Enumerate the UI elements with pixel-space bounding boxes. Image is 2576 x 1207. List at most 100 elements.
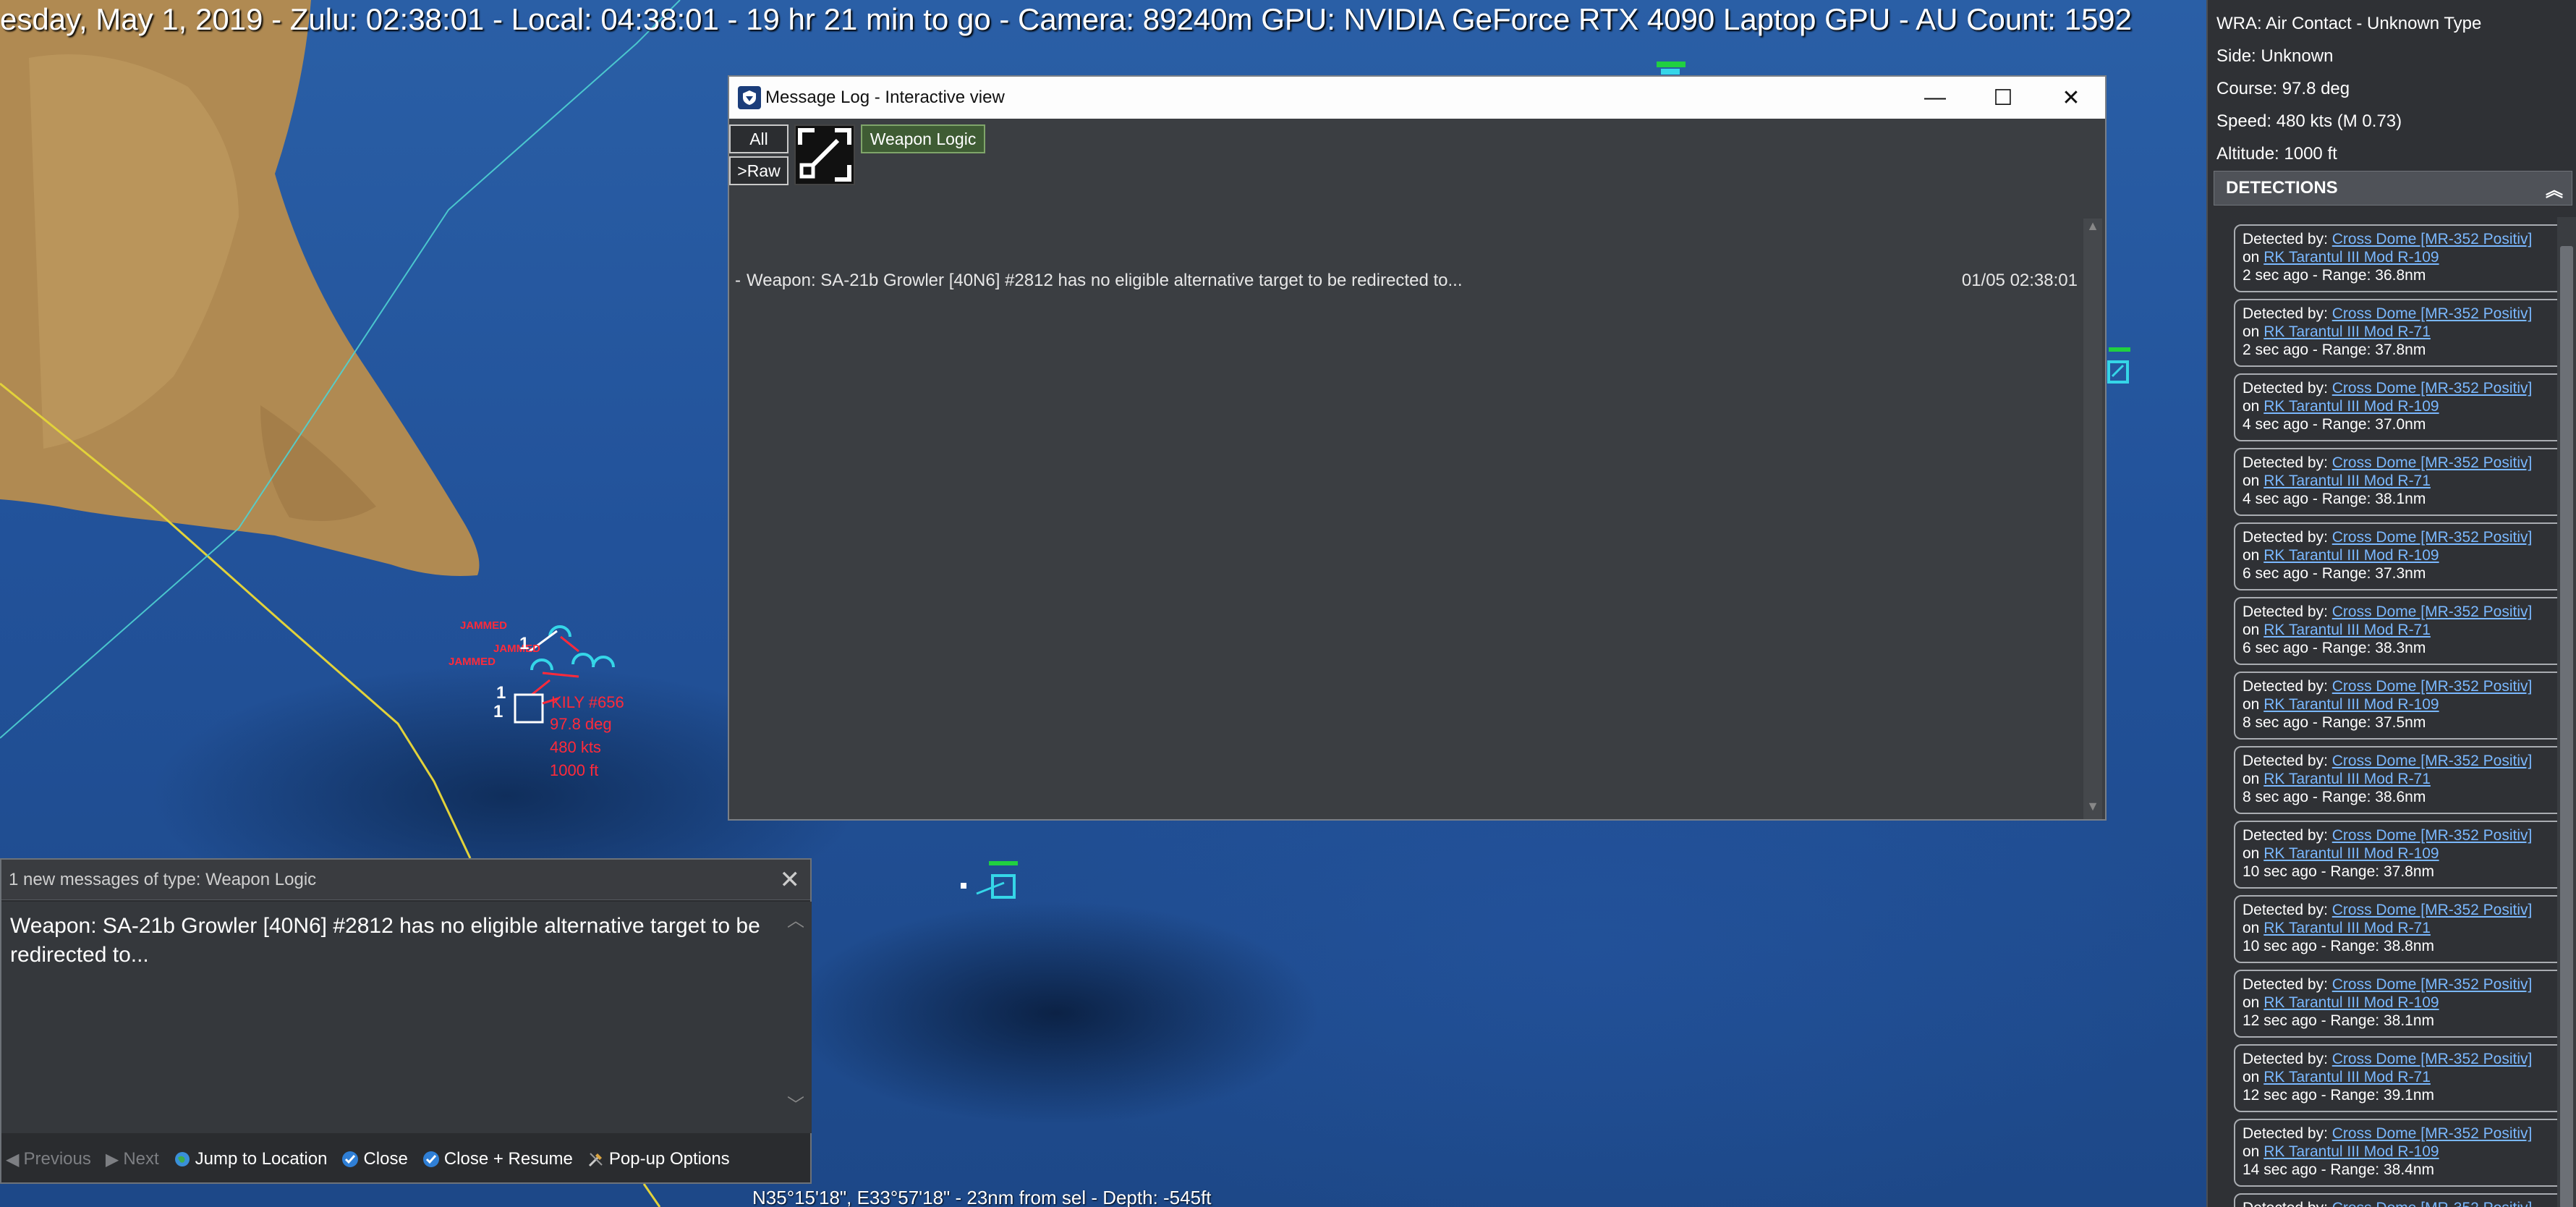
sensor-link[interactable]: Cross Dome [MR-352 Positiv] (2332, 678, 2533, 695)
sensor-link[interactable]: Cross Dome [MR-352 Positiv] (2332, 1125, 2533, 1142)
group-count: 1 (493, 702, 503, 721)
detected-by-label: Detected by: (2243, 604, 2328, 620)
platform-link[interactable]: RK Tarantul III Mod R-71 (2263, 473, 2431, 489)
detections-header[interactable]: DETECTIONS ︽ (2214, 171, 2572, 206)
message-log-window[interactable]: Message Log - Interactive view — ☐ ✕ All… (728, 75, 2107, 821)
sensor-link[interactable]: Cross Dome [MR-352 Positiv] (2332, 380, 2533, 397)
close-resume-button[interactable]: Close + Resume (422, 1149, 573, 1169)
sensor-link[interactable]: Cross Dome [MR-352 Positiv] (2332, 902, 2533, 918)
log-entry-message: Weapon: SA-21b Growler [40N6] #2812 has … (747, 271, 1463, 290)
log-scrollbar[interactable]: ▲ ▼ (2083, 219, 2102, 819)
scroll-down-icon[interactable]: ▼ (2083, 799, 2102, 819)
platform-link[interactable]: RK Tarantul III Mod R-109 (2263, 398, 2439, 415)
next-button[interactable]: ▶ Next (106, 1149, 159, 1170)
age-range-text: 6 sec ago - Range: 37.3nm (2243, 565, 2426, 582)
platform-link[interactable]: RK Tarantul III Mod R-71 (2263, 771, 2431, 787)
platform-link[interactable]: RK Tarantul III Mod R-109 (2263, 845, 2439, 862)
close-button[interactable]: Close (341, 1149, 408, 1169)
sensor-link[interactable]: Cross Dome [MR-352 Positiv] (2332, 604, 2533, 620)
detection-card: Detected by: Cross Dome [MR-352 Positiv]… (2234, 1119, 2576, 1187)
raw-view-button[interactable]: >Raw (729, 156, 788, 185)
close-icon[interactable]: ✕ (780, 865, 801, 894)
detections-list[interactable]: Detected by: Cross Dome [MR-352 Positiv]… (2234, 224, 2576, 1207)
detected-by-label: Detected by: (2243, 454, 2328, 471)
course-text: Course: 97.8 deg (2216, 79, 2350, 98)
previous-button[interactable]: ◀ Previous (6, 1149, 91, 1170)
scroll-up-icon[interactable]: ︿ (787, 906, 806, 931)
coordinate-readout: N35°15'18", E33°57'18" - 23nm from sel -… (752, 1187, 1212, 1207)
close-icon[interactable]: ✕ (2037, 77, 2105, 119)
app-icon (738, 86, 761, 109)
on-label: on (2243, 398, 2260, 415)
sensor-link[interactable]: Cross Dome [MR-352 Positiv] (2332, 454, 2533, 471)
popup-scrollbar[interactable]: ︿ ﹀ (787, 906, 806, 1116)
age-range-text: 6 sec ago - Range: 38.3nm (2243, 640, 2426, 656)
window-title: Message Log - Interactive view (765, 88, 1005, 107)
detection-card: Detected by: Cross Dome [MR-352 Positiv]… (2234, 522, 2576, 590)
sensor-link[interactable]: Cross Dome [MR-352 Positiv] (2332, 976, 2533, 993)
scroll-down-icon[interactable]: ﹀ (787, 1090, 804, 1116)
platform-link[interactable]: RK Tarantul III Mod R-71 (2263, 622, 2431, 638)
jump-to-location-button[interactable]: Jump to Location (174, 1149, 327, 1169)
close-resume-label: Close + Resume (443, 1149, 573, 1169)
sensor-link[interactable]: Cross Dome [MR-352 Positiv] (2332, 827, 2533, 844)
next-label: Next (123, 1149, 159, 1169)
platform-link[interactable]: RK Tarantul III Mod R-109 (2263, 1143, 2439, 1160)
on-label: on (2243, 1069, 2260, 1085)
group-count: 1 (496, 683, 506, 703)
sensor-link[interactable]: Cross Dome [MR-352 Positiv] (2332, 1200, 2533, 1207)
popup-options-label: Pop-up Options (608, 1149, 730, 1169)
detected-by-label: Detected by: (2243, 231, 2328, 247)
sensor-link[interactable]: Cross Dome [MR-352 Positiv] (2332, 305, 2533, 322)
platform-link[interactable]: RK Tarantul III Mod R-71 (2263, 920, 2431, 936)
unknown-contact-right (2107, 347, 2130, 384)
platform-link[interactable]: RK Tarantul III Mod R-109 (2263, 696, 2439, 713)
filter-all-button[interactable]: All (729, 124, 788, 153)
platform-link[interactable]: RK Tarantul III Mod R-109 (2263, 249, 2439, 266)
detection-card: Detected by: Cross Dome [MR-352 Positiv]… (2234, 448, 2576, 516)
platform-link[interactable]: RK Tarantul III Mod R-71 (2263, 1069, 2431, 1085)
log-entry[interactable]: - Weapon: SA-21b Growler [40N6] #2812 ha… (735, 271, 2078, 297)
detected-by-label: Detected by: (2243, 827, 2328, 844)
platform-link[interactable]: RK Tarantul III Mod R-109 (2263, 547, 2439, 564)
previous-label: Previous (23, 1149, 91, 1169)
platform-link[interactable]: RK Tarantul III Mod R-71 (2263, 323, 2431, 340)
sensor-link[interactable]: Cross Dome [MR-352 Positiv] (2332, 753, 2533, 769)
jammed-label: JAMMED (493, 643, 541, 655)
on-label: on (2243, 696, 2260, 713)
sensor-link[interactable]: Cross Dome [MR-352 Positiv] (2332, 529, 2533, 546)
maximize-icon[interactable]: ☐ (1969, 77, 2037, 119)
popup-body: Weapon: SA-21b Growler [40N6] #2812 has … (1, 902, 812, 1133)
window-titlebar[interactable]: Message Log - Interactive view — ☐ ✕ (729, 77, 2105, 119)
contact-info-panel: WRA: Air Contact - Unknown Type Side: Un… (2206, 0, 2576, 1207)
group-count: 1 (519, 634, 530, 653)
sensor-link[interactable]: Cross Dome [MR-352 Positiv] (2332, 231, 2533, 247)
scroll-up-icon[interactable]: ▲ (2083, 219, 2102, 239)
popup-header: 1 new messages of type: Weapon Logic ✕ (1, 860, 810, 900)
detections-title: DETECTIONS (2226, 178, 2338, 198)
expand-icon[interactable] (794, 124, 855, 185)
detection-card: Detected by: Cross Dome [MR-352 Positiv]… (2234, 299, 2576, 367)
on-label: on (2243, 547, 2260, 564)
arrow-left-icon: ◀ (6, 1149, 20, 1169)
scrollbar-thumb[interactable] (2560, 246, 2573, 1207)
arrow-right-icon: ▶ (105, 1149, 119, 1169)
on-label: on (2243, 323, 2260, 340)
detected-by-label: Detected by: (2243, 1125, 2328, 1142)
age-range-text: 10 sec ago - Range: 37.8nm (2243, 863, 2435, 880)
sensor-link[interactable]: Cross Dome [MR-352 Positiv] (2332, 1051, 2533, 1067)
unit-name-label[interactable]: KILY #656 (551, 693, 624, 712)
filter-weapon-logic-button[interactable]: Weapon Logic (861, 124, 985, 153)
selected-unit-marker (514, 693, 544, 724)
message-popup[interactable]: 1 new messages of type: Weapon Logic ✕ W… (0, 858, 812, 1184)
check-icon (422, 1151, 439, 1167)
log-entries[interactable]: - Weapon: SA-21b Growler [40N6] #2812 ha… (729, 219, 2080, 819)
minimize-icon[interactable]: — (1901, 77, 1969, 119)
popup-options-button[interactable]: Pop-up Options (587, 1149, 730, 1169)
panel-scrollbar[interactable] (2557, 217, 2576, 1207)
unit-speed-label: 480 kts (550, 738, 601, 756)
collapse-icon[interactable]: ︽ (2546, 176, 2563, 201)
unknown-contact-top (1657, 62, 1686, 75)
detection-card: Detected by: Cross Dome [MR-352 Positiv]… (2234, 821, 2576, 889)
platform-link[interactable]: RK Tarantul III Mod R-109 (2263, 994, 2439, 1011)
